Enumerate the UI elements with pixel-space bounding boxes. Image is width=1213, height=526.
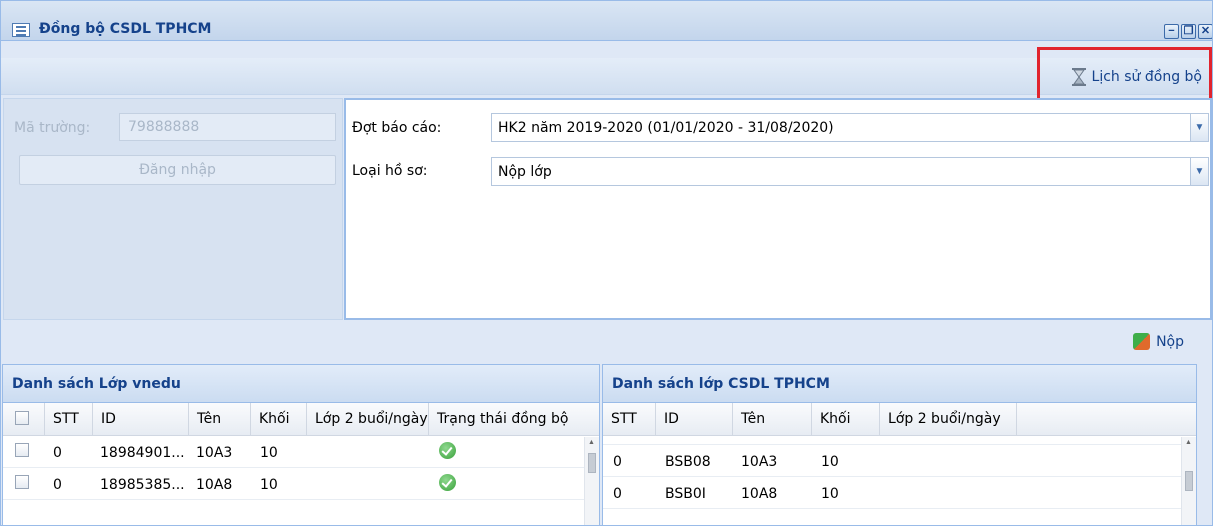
column-stt[interactable]: STT <box>603 403 656 436</box>
column-sync-status[interactable]: Trạng thái đồng bộ <box>429 403 586 436</box>
check-circle-icon <box>439 474 456 491</box>
csdl-grid-scrollbar[interactable]: ▲ <box>1181 437 1196 525</box>
cell-stt: 0 <box>53 477 62 493</box>
login-button[interactable]: Đăng nhập <box>19 155 336 185</box>
column-stt[interactable]: STT <box>45 403 93 436</box>
top-toolbar: Lịch sử đồng bộ <box>1 58 1212 95</box>
vnedu-class-grid: Danh sách Lớp vnedu STT ID Tên Khối Lớp … <box>2 364 600 525</box>
close-button[interactable]: ✕ <box>1198 24 1212 39</box>
vnedu-grid-title: Danh sách Lớp vnedu <box>3 365 599 403</box>
chevron-down-icon[interactable]: ▼ <box>1190 158 1208 185</box>
scroll-thumb[interactable] <box>588 453 596 473</box>
scroll-up-icon[interactable]: ▲ <box>1185 439 1192 446</box>
cell-id: 18985385... <box>100 477 185 493</box>
record-type-select[interactable]: Nộp lớp ▼ <box>491 157 1209 186</box>
table-row[interactable]: 0 18985385... 10A8 10 <box>3 468 599 500</box>
row-spacer <box>603 436 1196 445</box>
vnedu-grid-header: STT ID Tên Khối Lớp 2 buổi/ngày Trạng th… <box>3 403 599 436</box>
column-id[interactable]: ID <box>656 403 733 436</box>
select-all-checkbox[interactable] <box>3 403 45 436</box>
submit-toolbar: Nộp <box>1 322 1212 362</box>
table-row[interactable]: 0 BSB08 10A3 10 <box>603 445 1196 477</box>
window-titlebar[interactable]: Đồng bộ CSDL TPHCM − ❐ ✕ <box>1 1 1212 41</box>
school-code-field[interactable]: 79888888 <box>119 113 336 141</box>
column-ten[interactable]: Tên <box>189 403 251 436</box>
report-period-value: HK2 năm 2019-2020 (01/01/2020 - 31/08/20… <box>498 120 834 136</box>
column-lop2buoi[interactable]: Lớp 2 buổi/ngày <box>307 403 429 436</box>
cell-ten: 10A3 <box>741 454 778 470</box>
cell-ten: 10A8 <box>196 477 233 493</box>
cell-id: 18984901... <box>100 445 185 461</box>
row-checkbox[interactable] <box>15 475 29 493</box>
cell-khoi: 10 <box>821 454 839 470</box>
cell-khoi: 10 <box>260 445 278 461</box>
record-type-value: Nộp lớp <box>498 164 552 180</box>
highlight-box <box>1037 47 1212 105</box>
report-period-select[interactable]: HK2 năm 2019-2020 (01/01/2020 - 31/08/20… <box>491 113 1209 142</box>
table-row[interactable]: 0 BSB0I 10A8 10 <box>603 477 1196 509</box>
chevron-down-icon[interactable]: ▼ <box>1190 114 1208 141</box>
csdl-grid-header: STT ID Tên Khối Lớp 2 buổi/ngày <box>603 403 1196 436</box>
sync-icon <box>1133 333 1151 350</box>
school-code-label: Mã trường: <box>14 120 91 136</box>
record-type-label: Loại hồ sơ: <box>352 163 428 179</box>
submit-label: Nộp <box>1156 333 1184 350</box>
cell-stt: 0 <box>53 445 62 461</box>
report-form: Đợt báo cáo: HK2 năm 2019-2020 (01/01/20… <box>344 98 1212 320</box>
cell-ten: 10A3 <box>196 445 233 461</box>
cell-khoi: 10 <box>260 477 278 493</box>
login-panel: Mã trường: 79888888 Đăng nhập <box>3 98 343 320</box>
restore-button[interactable]: ❐ <box>1181 24 1196 39</box>
row-checkbox[interactable] <box>15 443 29 461</box>
vnedu-grid-scrollbar[interactable]: ▲ <box>584 437 599 525</box>
cell-stt: 0 <box>613 486 622 502</box>
column-lop2buoi[interactable]: Lớp 2 buổi/ngày <box>880 403 1017 436</box>
scroll-thumb[interactable] <box>1185 471 1193 491</box>
csdl-grid-title: Danh sách lớp CSDL TPHCM <box>603 365 1196 403</box>
column-khoi[interactable]: Khối <box>812 403 880 436</box>
cell-id: BSB0I <box>665 486 706 502</box>
sync-window: Đồng bộ CSDL TPHCM − ❐ ✕ Lịch sử đồng bộ… <box>0 0 1213 526</box>
column-ten[interactable]: Tên <box>733 403 812 436</box>
form-icon <box>12 23 30 37</box>
csdl-class-grid: Danh sách lớp CSDL TPHCM STT ID Tên Khối… <box>602 364 1197 525</box>
submit-button[interactable]: Nộp <box>1133 333 1184 350</box>
minimize-button[interactable]: − <box>1164 24 1179 39</box>
cell-stt: 0 <box>613 454 622 470</box>
cell-id: BSB08 <box>665 454 711 470</box>
cell-ten: 10A8 <box>741 486 778 502</box>
report-period-label: Đợt báo cáo: <box>352 120 442 136</box>
window-title: Đồng bộ CSDL TPHCM <box>39 21 212 37</box>
column-id[interactable]: ID <box>93 403 189 436</box>
column-khoi[interactable]: Khối <box>251 403 307 436</box>
check-circle-icon <box>439 442 456 459</box>
cell-khoi: 10 <box>821 486 839 502</box>
scroll-up-icon[interactable]: ▲ <box>588 439 595 446</box>
table-row[interactable]: 0 18984901... 10A3 10 <box>3 436 599 468</box>
